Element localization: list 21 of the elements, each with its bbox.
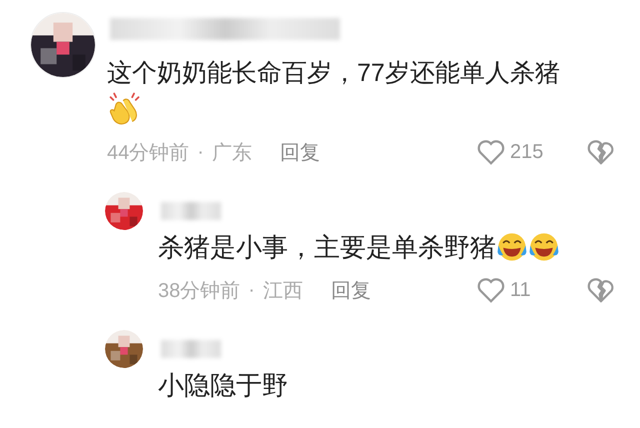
comment-region: 江西 <box>262 278 303 304</box>
reply-button[interactable]: 回复 <box>280 138 320 166</box>
separator-dot: · <box>197 140 204 164</box>
comment-text: 这个奶奶能长命百岁，77岁还能单人杀猪 <box>107 58 560 89</box>
broken-heart-icon[interactable] <box>586 275 616 305</box>
laughing-face-icon <box>496 231 528 263</box>
blurred-username <box>161 340 221 358</box>
laughing-face-icon <box>528 231 560 263</box>
heart-icon <box>476 275 506 305</box>
comment-time: 38分钟前 <box>158 278 240 304</box>
comment-text: 小隐隐于野 <box>158 369 288 402</box>
like-button[interactable]: 11 <box>476 275 556 305</box>
blurred-username <box>161 202 221 220</box>
comment-region: 广东 <box>212 140 252 166</box>
broken-heart-icon[interactable] <box>586 137 616 167</box>
comment-time: 44分钟前 <box>107 140 190 166</box>
comment-text: 杀猪是小事，主要是单杀野猪 <box>158 231 496 264</box>
reply-button[interactable]: 回复 <box>330 276 371 304</box>
separator-dot: · <box>248 278 255 302</box>
heart-icon <box>476 137 506 167</box>
like-button[interactable]: 215 <box>476 137 556 167</box>
